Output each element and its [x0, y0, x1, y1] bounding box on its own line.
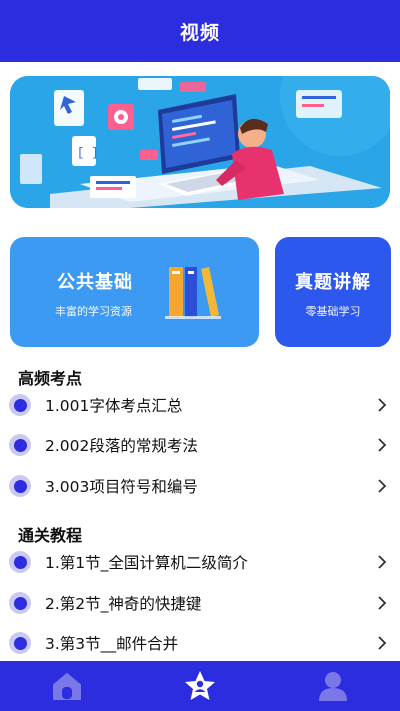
list-item-label: 3.第3节__邮件合并 [45, 635, 179, 653]
chevron-right-icon [378, 438, 387, 452]
list-item-label: 2.002段落的常规考法 [45, 437, 198, 455]
nav-profile-button[interactable] [266, 661, 400, 711]
list-item[interactable]: 1.第1节_全国计算机二级简介 [0, 545, 400, 579]
top-bar: 视频 [0, 0, 400, 62]
profile-icon [319, 672, 347, 701]
nav-video-button[interactable] [133, 661, 267, 711]
bullet-icon [9, 434, 31, 456]
list-item[interactable]: 2.002段落的常规考法 [0, 428, 400, 462]
books-icon [165, 267, 221, 319]
chevron-right-icon [378, 398, 387, 412]
banner-image[interactable]: [ ] [10, 76, 390, 208]
public-basics-card[interactable]: 公共基础 丰富的学习资源 [10, 237, 259, 347]
chevron-right-icon [378, 596, 387, 610]
banner-illustration: [ ] [10, 76, 390, 208]
exam-explanation-card[interactable]: 真题讲解 零基础学习 [275, 237, 391, 347]
list-item-label: 1.第1节_全国计算机二级简介 [45, 554, 248, 572]
chevron-right-icon [378, 479, 387, 493]
list-item-label: 3.003项目符号和编号 [45, 478, 198, 496]
list-item[interactable]: 2.第2节_神奇的快捷键 [0, 586, 400, 620]
exam-explanation-title: 真题讲解 [295, 272, 371, 293]
chevron-right-icon [378, 636, 387, 650]
nav-home-button[interactable] [0, 661, 134, 711]
home-icon [53, 673, 81, 700]
svg-text:[ ]: [ ] [77, 146, 99, 160]
section-title-tutorials: 通关教程 [18, 526, 83, 545]
section-title-hot-topics: 高频考点 [18, 369, 83, 388]
list-item[interactable]: 3.第3节__邮件合并 [0, 626, 400, 660]
bullet-icon [9, 394, 31, 416]
star-user-icon [185, 671, 215, 700]
list-item[interactable]: 3.003项目符号和编号 [0, 469, 400, 503]
list-item-label: 2.第2节_神奇的快捷键 [45, 595, 202, 613]
bullet-icon [9, 475, 31, 497]
bullet-icon [9, 592, 31, 614]
chevron-right-icon [378, 555, 387, 569]
list-item[interactable]: 1.001字体考点汇总 [0, 388, 400, 422]
exam-explanation-subtitle: 零基础学习 [305, 305, 361, 318]
bullet-icon [9, 632, 31, 654]
bottom-navigation [0, 661, 400, 711]
public-basics-subtitle: 丰富的学习资源 [55, 305, 132, 318]
public-basics-title: 公共基础 [57, 272, 133, 293]
list-item-label: 1.001字体考点汇总 [45, 397, 183, 415]
page-title: 视频 [179, 21, 220, 44]
bullet-icon [9, 551, 31, 573]
